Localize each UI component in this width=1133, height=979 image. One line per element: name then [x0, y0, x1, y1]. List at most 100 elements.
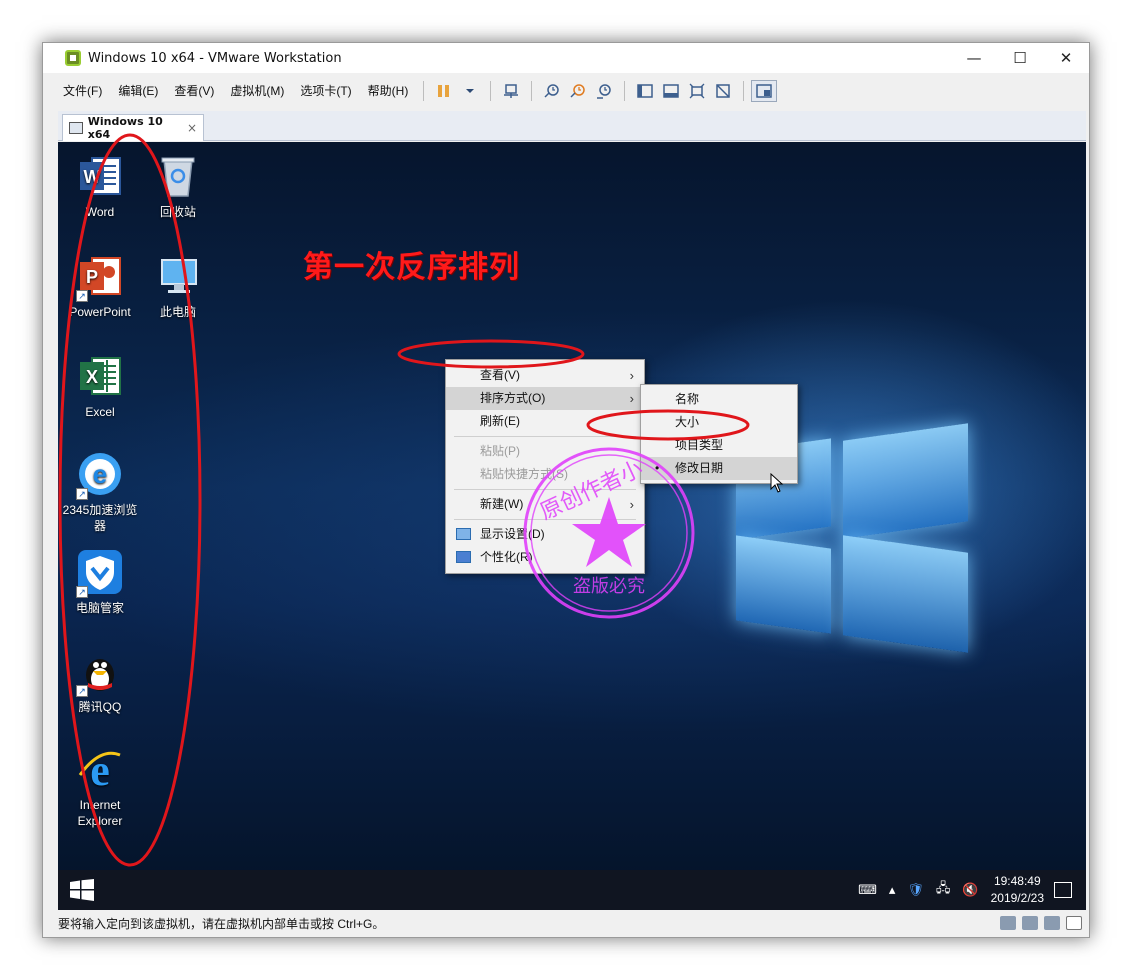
shortcut-arrow-icon: ↗ — [76, 290, 88, 302]
toolbar-separator — [531, 81, 533, 101]
menu-tabs[interactable]: 选项卡(T) — [292, 76, 359, 106]
hard-disk-icon[interactable] — [1000, 916, 1016, 930]
message-log-icon[interactable] — [1066, 916, 1082, 930]
chevron-right-icon: › — [629, 391, 634, 406]
menu-item-label: 粘贴(P) — [480, 444, 520, 458]
icon-label: PowerPoint — [69, 305, 131, 319]
svg-text:e: e — [93, 459, 107, 489]
volume-muted-icon[interactable]: 🔇 — [962, 882, 978, 898]
menu-file[interactable]: 文件(F) — [55, 76, 110, 106]
icon-label: Word — [85, 205, 115, 219]
icon-label: Internet Explorer — [77, 798, 123, 828]
full-screen-icon[interactable] — [684, 80, 710, 102]
send-ctrl-alt-del-icon[interactable] — [498, 80, 524, 102]
ie-icon: e — [76, 745, 124, 795]
window-controls: — ☐ ✕ — [951, 43, 1089, 73]
desktop-icon-this-pc[interactable]: 此电脑 — [138, 252, 218, 320]
menu-bar: 文件(F) 编辑(E) 查看(V) 虚拟机(M) 选项卡(T) 帮助(H) — [55, 76, 1085, 106]
desktop-icon-pc-manager[interactable]: ↗ 电脑管家 — [60, 548, 140, 616]
windows-logo-pane — [736, 535, 831, 634]
menu-separator — [454, 436, 636, 437]
excel-icon: X — [76, 352, 124, 400]
vm-tab-icon — [69, 122, 83, 134]
windows-logo-pane — [843, 423, 968, 539]
keyboard-icon[interactable]: ⌨ — [858, 882, 877, 898]
show-library-icon[interactable] — [632, 80, 658, 102]
watermark-bottom-text: 盗版必究 — [573, 576, 645, 597]
network-disconnected-icon[interactable]: 🖧 — [936, 879, 951, 901]
shield-icon[interactable]: 🛡 — [907, 882, 924, 898]
windows-start-icon[interactable] — [70, 879, 94, 901]
desktop-icon-word[interactable]: W Word — [60, 152, 140, 220]
chevron-down-icon[interactable] — [457, 80, 483, 102]
tab-close-icon[interactable]: × — [187, 121, 197, 135]
desktop-icon-qq[interactable]: ↗ 腾讯QQ — [60, 647, 140, 715]
menu-edit[interactable]: 编辑(E) — [110, 76, 166, 106]
network-adapter-icon[interactable] — [1044, 916, 1060, 930]
menu-item-view[interactable]: 查看(V) › — [446, 364, 644, 387]
menu-item-sort-name[interactable]: 名称 — [641, 388, 797, 411]
icon-label: 回收站 — [159, 205, 196, 219]
clock-time: 19:48:49 — [993, 874, 1041, 888]
minimize-button[interactable]: — — [951, 43, 997, 73]
console-view-icon[interactable] — [751, 80, 778, 102]
toolbar-separator — [743, 81, 745, 101]
menu-item-label: 名称 — [675, 392, 700, 406]
toolbar-separator — [423, 81, 425, 101]
toolbar-separator — [624, 81, 626, 101]
chevron-up-icon[interactable]: ▴ — [889, 882, 896, 898]
svg-text:W: W — [84, 167, 101, 187]
unity-icon[interactable] — [710, 80, 736, 102]
tab-windows-10-x64[interactable]: Windows 10 x64 × — [62, 114, 204, 141]
cd-dvd-icon[interactable] — [1022, 916, 1038, 930]
personalize-icon — [456, 551, 471, 563]
menu-item-sort-size[interactable]: 大小 — [641, 411, 797, 434]
pc-manager-icon: ↗ — [76, 548, 124, 598]
status-device-icons — [1000, 916, 1082, 930]
icon-label: 腾讯QQ — [78, 700, 122, 714]
svg-text:P: P — [86, 267, 98, 287]
menu-item-label: 新建(W) — [480, 497, 524, 511]
close-button[interactable]: ✕ — [1043, 43, 1089, 73]
snapshot-manager-icon[interactable] — [591, 80, 617, 102]
taskbar: ⌨ ▴ 🛡 🖧 🔇 19:48:49 2019/2/23 — [58, 870, 1086, 910]
desktop-icon-2345-browser[interactable]: e ↗ 2345加速浏览器 — [60, 450, 140, 534]
vmware-app-icon — [65, 50, 81, 66]
desktop-icon-recycle-bin[interactable]: 回收站 — [138, 152, 218, 220]
word-icon: W — [76, 152, 124, 200]
menu-help[interactable]: 帮助(H) — [360, 76, 417, 106]
icon-label: 电脑管家 — [75, 601, 124, 615]
this-pc-icon — [154, 252, 202, 300]
maximize-button[interactable]: ☐ — [997, 43, 1043, 73]
desktop-icon-excel[interactable]: X Excel — [60, 352, 140, 420]
snapshot-icon[interactable] — [539, 80, 565, 102]
window-title: Windows 10 x64 - VMware Workstation — [88, 50, 342, 66]
windows-logo-pane — [843, 535, 968, 653]
menu-item-label: 刷新(E) — [480, 414, 520, 428]
title-bar: Windows 10 x64 - VMware Workstation — ☐ … — [43, 43, 1089, 73]
menu-item-label: 排序方式(O) — [480, 391, 546, 405]
menu-item-label: 大小 — [675, 415, 700, 429]
taskbar-clock[interactable]: 19:48:49 2019/2/23 — [991, 873, 1044, 907]
vm-tab-strip: Windows 10 x64 × — [58, 111, 1086, 141]
mouse-cursor-icon — [770, 473, 784, 493]
annotation-title: 第一次反序排列 — [303, 250, 520, 285]
powerpoint-icon: P ↗ — [76, 252, 124, 302]
status-message: 要将输入定向到该虚拟机，请在虚拟机内部单击或按 Ctrl+G。 — [58, 917, 385, 931]
thumbnail-bar-icon[interactable] — [658, 80, 684, 102]
desktop-icon-powerpoint[interactable]: P ↗ PowerPoint — [60, 252, 140, 320]
notification-icon[interactable] — [1054, 882, 1072, 898]
revert-snapshot-icon[interactable] — [565, 80, 591, 102]
icon-label: Excel — [85, 405, 115, 419]
menu-item-sort-by[interactable]: 排序方式(O) › — [446, 387, 644, 410]
pause-icon[interactable] — [431, 80, 457, 102]
menu-view[interactable]: 查看(V) — [166, 76, 222, 106]
desktop-icon-internet-explorer[interactable]: e Internet Explorer — [60, 745, 140, 829]
menu-vm[interactable]: 虚拟机(M) — [222, 76, 292, 106]
recycle-bin-icon — [154, 152, 202, 200]
guest-desktop[interactable]: W Word 回收站 P ↗ PowerPoint 此电脑 X Excel e … — [58, 142, 1086, 910]
chevron-right-icon: › — [629, 368, 634, 383]
menu-item-refresh[interactable]: 刷新(E) — [446, 410, 644, 433]
qq-icon: ↗ — [76, 647, 124, 697]
watermark-seal: 原创作者小 盗版必究 — [523, 447, 695, 619]
